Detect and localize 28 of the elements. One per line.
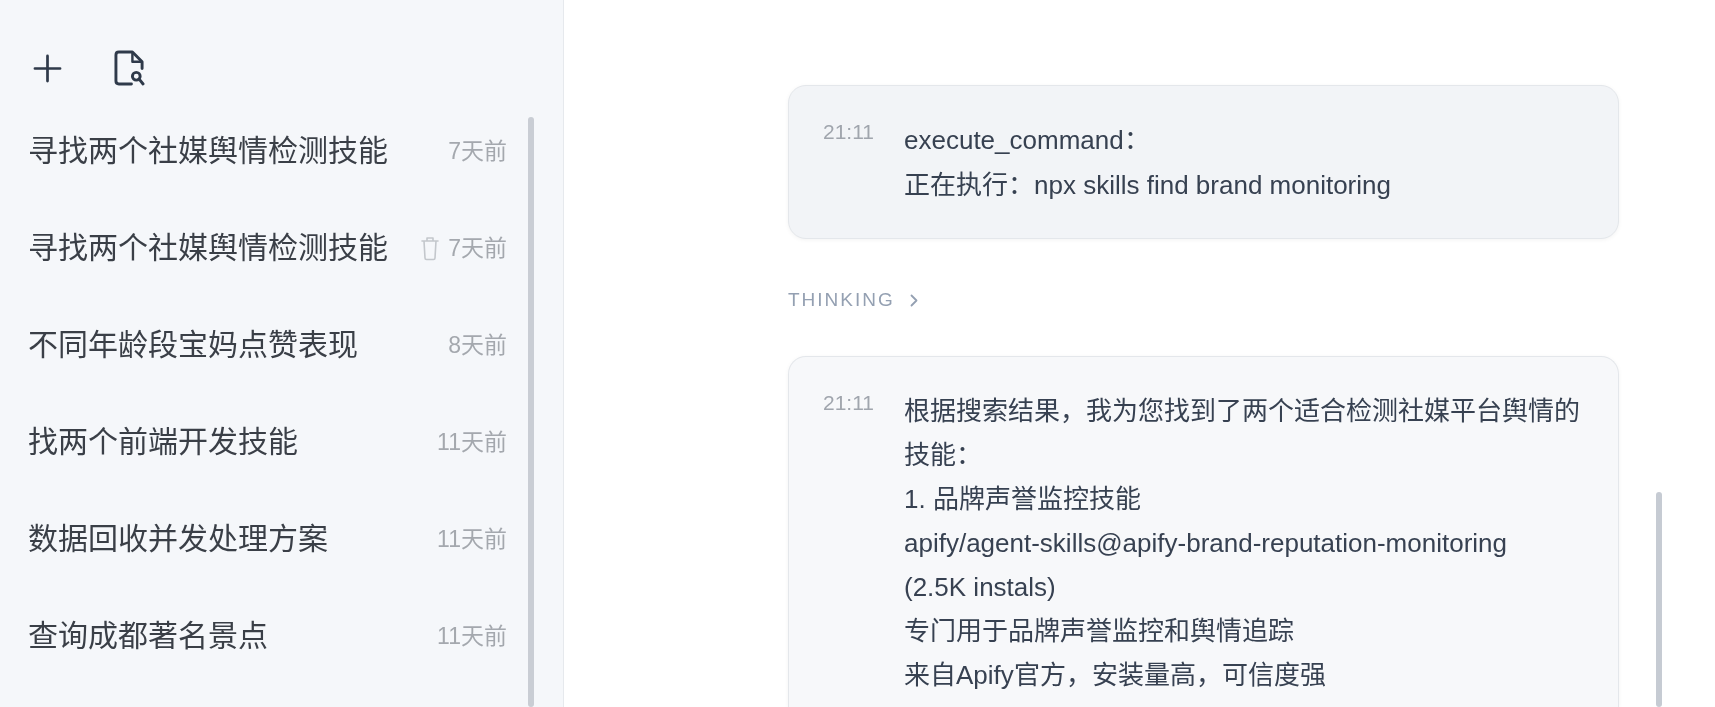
conversation-title[interactable]: 找两个前端开发技能: [28, 421, 298, 462]
file-search-icon: [113, 50, 145, 86]
conversation-time: 7天前: [448, 233, 507, 263]
message-text: execute_command：: [904, 124, 1151, 157]
conversation-time: 11天前: [437, 524, 507, 554]
conversation-title[interactable]: 数据回收并发处理方案: [28, 518, 328, 559]
chevron-icon: [909, 293, 918, 307]
message-text: 正在执行：npx skills find brand monitoring: [904, 169, 1392, 202]
message-text: 根据搜索结果，我为您找到了两个适合检测社媒平台舆情的技能：: [904, 395, 1581, 472]
message-text: apify/agent-skills@apify-brand-reputation-monitoring: [904, 527, 1508, 560]
message-time: 21:11: [823, 122, 874, 142]
conversation-title[interactable]: 寻找两个社媒舆情检测技能: [28, 227, 388, 268]
message-text: 来自Apify官方，安装量高，可信度强: [904, 659, 1327, 692]
conversation-time: 7天前: [448, 136, 507, 166]
conversation-title[interactable]: 寻找两个社媒舆情检测技能: [28, 130, 388, 171]
message-text: 专门用于品牌声誉监控和舆情追踪: [904, 615, 1295, 648]
trash-icon[interactable]: [420, 234, 441, 261]
conversation-title[interactable]: 不同年龄段宝妈点赞表现: [28, 324, 358, 365]
message-time: 21:11: [823, 393, 874, 413]
plus-icon: [32, 53, 62, 83]
scrollbar-thumb[interactable]: [1656, 492, 1662, 707]
message-text: 1. 品牌声誉监控技能: [904, 483, 1142, 516]
conversation-title[interactable]: 查询成都著名景点: [28, 615, 268, 656]
conversation-time: 11天前: [437, 621, 507, 651]
conversation-time: 8天前: [448, 330, 507, 360]
message-text: (2.5K instals): [904, 571, 1057, 604]
conversation-time: 11天前: [437, 427, 507, 457]
scrollbar-thumb[interactable]: [528, 117, 534, 707]
